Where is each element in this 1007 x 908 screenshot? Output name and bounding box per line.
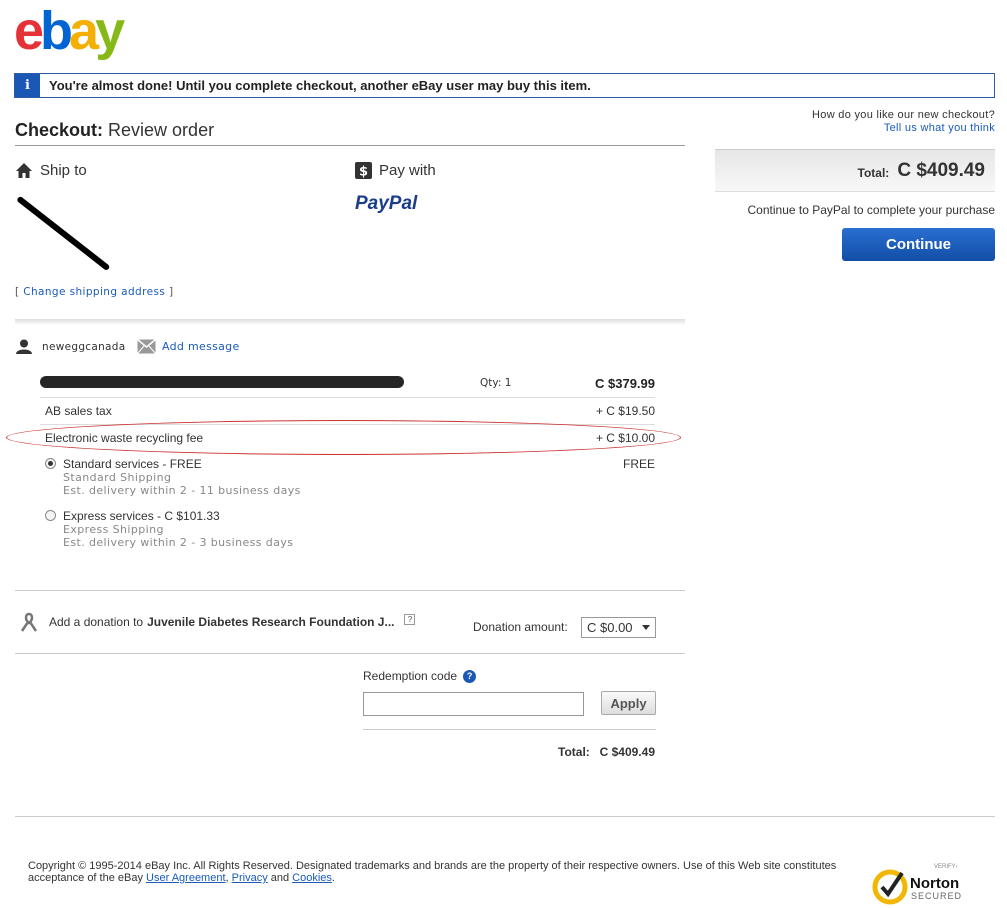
norton-name: Norton <box>910 875 960 892</box>
apply-button[interactable]: Apply <box>601 691 656 715</box>
privacy-link[interactable]: Privacy <box>232 872 268 884</box>
bracket-close: ] <box>168 286 174 298</box>
dollar-icon: $ <box>355 162 372 179</box>
standard-service: Standard Shipping <box>63 471 172 484</box>
alert-text: You're almost done! Until you complete c… <box>49 78 591 93</box>
express-service: Express Shipping <box>63 523 164 536</box>
order-total-label: Total: <box>558 745 590 759</box>
home-icon <box>16 163 32 178</box>
redemption-code-input[interactable] <box>363 692 584 716</box>
sales-tax-amount: + C $19.50 <box>595 404 655 418</box>
feedback-link[interactable]: Tell us what you think <box>812 122 995 135</box>
item-price: C $379.99 <box>595 376 655 391</box>
sidebar-total-value: C $409.49 <box>897 159 985 181</box>
ship-to-heading: Ship to <box>15 162 87 179</box>
standard-text: Standard services - FREE Standard Shippi… <box>63 457 301 497</box>
shipping-option-express[interactable]: Express services - C $101.33 Express Shi… <box>45 509 293 549</box>
express-text: Express services - C $101.33 Express Shi… <box>63 509 293 549</box>
change-address-row: [ Change shipping address ] <box>15 286 173 298</box>
donation-prefix: Add a donation to <box>49 615 144 629</box>
seller-row: neweggcanada <box>16 339 126 354</box>
footer-and: and <box>267 872 293 884</box>
feedback-question: How do you like our new checkout? <box>812 109 995 121</box>
shipping-option-standard[interactable]: Standard services - FREE Standard Shippi… <box>45 457 301 497</box>
norton-secured-badge[interactable]: VERIFY› Norton SECURED <box>872 864 972 905</box>
donation-org: Juvenile Diabetes Research Foundation J.… <box>147 615 395 629</box>
section-divider <box>15 319 685 325</box>
standard-delivery: Est. delivery within 2 - 11 business day… <box>63 484 301 497</box>
sales-tax-label: AB sales tax <box>45 404 112 418</box>
sidebar-total: Total: C $409.49 <box>715 149 995 191</box>
page-title: Checkout: Review order <box>15 120 214 141</box>
shipping-divider <box>15 590 685 591</box>
add-message-row[interactable]: Add message <box>137 339 240 354</box>
svg-text:$: $ <box>359 165 368 180</box>
continue-button[interactable]: Continue <box>842 228 995 261</box>
cookies-link[interactable]: Cookies <box>292 872 332 884</box>
norton-check-icon <box>872 869 908 905</box>
express-delivery: Est. delivery within 2 - 3 business days <box>63 536 294 549</box>
norton-verify: VERIFY› <box>934 864 958 870</box>
bracket-open: [ <box>15 286 20 298</box>
add-message-link[interactable]: Add message <box>162 340 240 353</box>
footer-comma: , <box>225 872 229 884</box>
title-divider <box>15 145 685 146</box>
order-total-value: C $409.49 <box>599 745 655 759</box>
donation-amount-select[interactable]: C $0.00 <box>581 617 656 638</box>
item-divider <box>40 397 655 398</box>
redemption-row: Redemption code ? <box>363 669 477 683</box>
footer-period: . <box>331 872 335 884</box>
standard-price: FREE <box>622 457 655 471</box>
footer-text: Copyright © 1995-2014 eBay Inc. All Righ… <box>28 860 848 884</box>
sidebar-divider <box>715 191 995 192</box>
ebay-logo[interactable]: ebay <box>14 1 125 61</box>
page-title-bold: Checkout: <box>15 120 104 140</box>
seller-name[interactable]: neweggcanada <box>42 341 126 353</box>
donation-amount-label: Donation amount: <box>473 620 568 634</box>
express-label: Express services - C $101.33 <box>63 509 220 523</box>
user-icon <box>16 339 32 354</box>
donation-row: Add a donation to Juvenile Diabetes Rese… <box>19 612 416 632</box>
logo-letter-e: e <box>14 1 44 61</box>
logo-letter-y: y <box>95 1 125 61</box>
paypal-logo: PayPal <box>355 193 418 214</box>
info-icon: i <box>15 74 40 97</box>
feedback-block: How do you like our new checkout? Tell u… <box>812 109 995 135</box>
donation-divider <box>15 653 685 654</box>
change-shipping-address-link[interactable]: Change shipping address <box>23 286 165 298</box>
redacted-item-title <box>40 376 404 388</box>
logo-letter-b: b <box>40 1 73 61</box>
norton-secured: SECURED <box>911 891 963 901</box>
chevron-down-icon <box>642 625 650 630</box>
sidebar-note: Continue to PayPal to complete your purc… <box>747 203 995 217</box>
user-agreement-link[interactable]: User Agreement <box>146 872 225 884</box>
standard-radio[interactable] <box>45 458 56 469</box>
ship-to-label: Ship to <box>40 162 87 179</box>
item-qty: Qty: 1 <box>480 377 512 389</box>
page-title-rest: Review order <box>108 120 215 140</box>
ribbon-icon <box>20 612 38 632</box>
express-radio[interactable] <box>45 510 56 521</box>
footer-divider <box>15 816 995 817</box>
logo-letter-a: a <box>69 1 99 61</box>
highlight-ellipse <box>6 420 681 455</box>
envelope-icon <box>137 339 156 354</box>
sidebar-total-label: Total: <box>857 165 890 180</box>
donation-amount-value: C $0.00 <box>587 620 633 635</box>
pay-with-heading: $ Pay with <box>355 162 436 179</box>
standard-label: Standard services - FREE <box>63 457 202 471</box>
redemption-divider <box>363 729 656 730</box>
donation-help-icon[interactable]: ? <box>404 613 416 625</box>
help-icon[interactable]: ? <box>463 669 477 683</box>
checkout-alert: i You're almost done! Until you complete… <box>14 73 995 98</box>
redemption-label: Redemption code <box>363 669 458 683</box>
redacted-address <box>16 195 111 272</box>
pay-with-label: Pay with <box>379 162 436 179</box>
